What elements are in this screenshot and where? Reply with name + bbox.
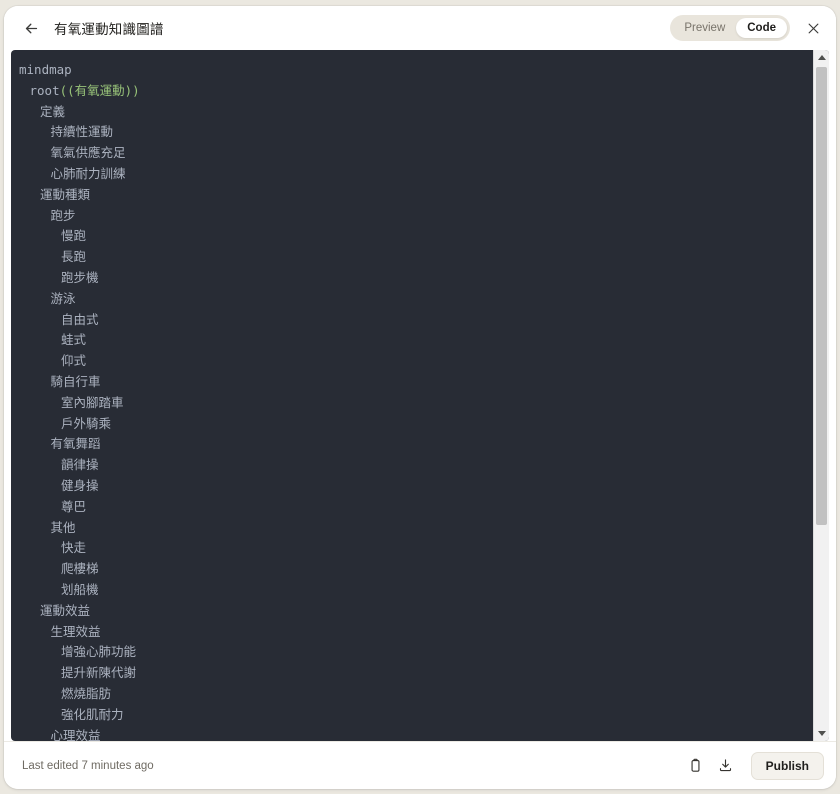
- code-token-accent: ((有氧運動)): [59, 82, 140, 98]
- artifact-card: 有氧運動知識圖譜 Preview Code mindmap root((有氧運動)…: [4, 6, 836, 789]
- code-token: 仰式: [61, 353, 87, 369]
- code-line[interactable]: 蛙式: [11, 330, 813, 351]
- code-token: 快走: [61, 540, 87, 556]
- code-token: 室內腳踏車: [61, 394, 124, 410]
- scroll-up-arrow-icon: [817, 55, 826, 60]
- code-line[interactable]: root((有氧運動)): [11, 81, 813, 102]
- code-token: 慢跑: [61, 228, 87, 244]
- code-line[interactable]: 生理效益: [11, 622, 813, 643]
- code-line[interactable]: 提升新陳代謝: [11, 663, 813, 684]
- code-token: 有氧舞蹈: [50, 436, 101, 452]
- code-token: 戶外騎乘: [61, 415, 112, 431]
- code-line[interactable]: 持續性運動: [11, 122, 813, 143]
- code-token: 自由式: [61, 311, 99, 327]
- code-line[interactable]: 跑步: [11, 206, 813, 227]
- publish-button[interactable]: Publish: [750, 751, 824, 780]
- code-token: 長跑: [61, 249, 87, 265]
- code-token: 增強心肺功能: [61, 644, 137, 660]
- code-token: 韻律操: [61, 457, 99, 473]
- tab-code[interactable]: Code: [736, 18, 787, 38]
- copy-button[interactable]: [683, 753, 709, 779]
- code-line[interactable]: 慢跑: [11, 226, 813, 247]
- code-line[interactable]: mindmap: [11, 60, 813, 81]
- code-editor[interactable]: mindmap root((有氧運動)) 定義 持續性運動 氧氣供應充足 心肺耐力訓練 運動…: [11, 50, 829, 741]
- scrollbar-down-button[interactable]: [814, 726, 829, 741]
- code-token: 強化肌耐力: [61, 706, 124, 722]
- close-icon: [808, 23, 818, 33]
- artifact-footer: Last edited 7 minutes ago Publish: [4, 741, 836, 789]
- code-token: 心理效益: [50, 727, 101, 742]
- code-line[interactable]: 騎自行車: [11, 372, 813, 393]
- code-token: mindmap: [19, 62, 72, 77]
- code-token: 運動種類: [40, 186, 91, 202]
- tab-preview[interactable]: Preview: [673, 18, 736, 38]
- last-edited-label: Last edited 7 minutes ago: [22, 759, 154, 772]
- code-line[interactable]: 運動效益: [11, 601, 813, 622]
- scrollbar-thumb[interactable]: [816, 67, 827, 525]
- code-line[interactable]: 健身操: [11, 476, 813, 497]
- code-line[interactable]: 增強心肺功能: [11, 642, 813, 663]
- scrollbar-up-button[interactable]: [814, 50, 829, 65]
- code-token: 划船機: [61, 581, 99, 597]
- code-line[interactable]: 其他: [11, 518, 813, 539]
- page-title: 有氧運動知識圖譜: [54, 22, 164, 37]
- code-line[interactable]: 自由式: [11, 310, 813, 331]
- editor-scrollbar[interactable]: [813, 50, 829, 741]
- code-line[interactable]: 氧氣供應充足: [11, 143, 813, 164]
- code-line[interactable]: 尊巴: [11, 497, 813, 518]
- code-token: 健身操: [61, 477, 99, 493]
- code-token: 蛙式: [61, 332, 87, 348]
- code-line[interactable]: 長跑: [11, 247, 813, 268]
- arrow-left-icon: [25, 23, 37, 33]
- code-line[interactable]: 爬樓梯: [11, 559, 813, 580]
- code-line[interactable]: 游泳: [11, 289, 813, 310]
- download-button[interactable]: [713, 753, 739, 779]
- code-token: 跑步機: [61, 269, 99, 285]
- scroll-down-arrow-icon: [817, 731, 826, 736]
- code-token: 其他: [50, 519, 76, 535]
- code-lines-container[interactable]: mindmap root((有氧運動)) 定義 持續性運動 氧氣供應充足 心肺耐力訓練 運動…: [11, 50, 813, 741]
- code-token: root: [29, 82, 60, 98]
- code-token: 運動效益: [40, 602, 91, 618]
- code-line[interactable]: 心肺耐力訓練: [11, 164, 813, 185]
- code-line[interactable]: 燃燒脂肪: [11, 684, 813, 705]
- code-line[interactable]: 快走: [11, 538, 813, 559]
- code-token: 氧氣供應充足: [50, 145, 126, 161]
- code-line[interactable]: 有氧舞蹈: [11, 434, 813, 455]
- code-token: 生理效益: [50, 623, 101, 639]
- code-line[interactable]: 跑步機: [11, 268, 813, 289]
- code-token: 心肺耐力訓練: [50, 165, 126, 181]
- code-token: 尊巴: [61, 498, 87, 514]
- code-token: 燃燒脂肪: [61, 685, 112, 701]
- code-token: 持續性運動: [50, 124, 114, 140]
- code-token: 提升新陳代謝: [61, 665, 137, 681]
- close-button[interactable]: [802, 17, 824, 39]
- code-line[interactable]: 划船機: [11, 580, 813, 601]
- code-token: 游泳: [50, 290, 76, 306]
- code-line[interactable]: 室內腳踏車: [11, 393, 813, 414]
- download-icon: [720, 759, 732, 772]
- code-line[interactable]: 定義: [11, 102, 813, 123]
- code-token: 定義: [40, 103, 66, 119]
- code-line[interactable]: 仰式: [11, 351, 813, 372]
- code-line[interactable]: 心理效益: [11, 726, 813, 742]
- view-mode-toggle[interactable]: Preview Code: [670, 15, 790, 41]
- code-token: 騎自行車: [50, 373, 101, 389]
- code-line[interactable]: 韻律操: [11, 455, 813, 476]
- code-token: 爬樓梯: [61, 561, 99, 577]
- back-button[interactable]: [20, 17, 42, 39]
- code-line[interactable]: 強化肌耐力: [11, 705, 813, 726]
- artifact-header: 有氧運動知識圖譜 Preview Code: [4, 6, 836, 50]
- code-line[interactable]: 戶外騎乘: [11, 414, 813, 435]
- clipboard-icon: [691, 758, 700, 772]
- code-token: 跑步: [50, 207, 76, 223]
- code-line[interactable]: 運動種類: [11, 185, 813, 206]
